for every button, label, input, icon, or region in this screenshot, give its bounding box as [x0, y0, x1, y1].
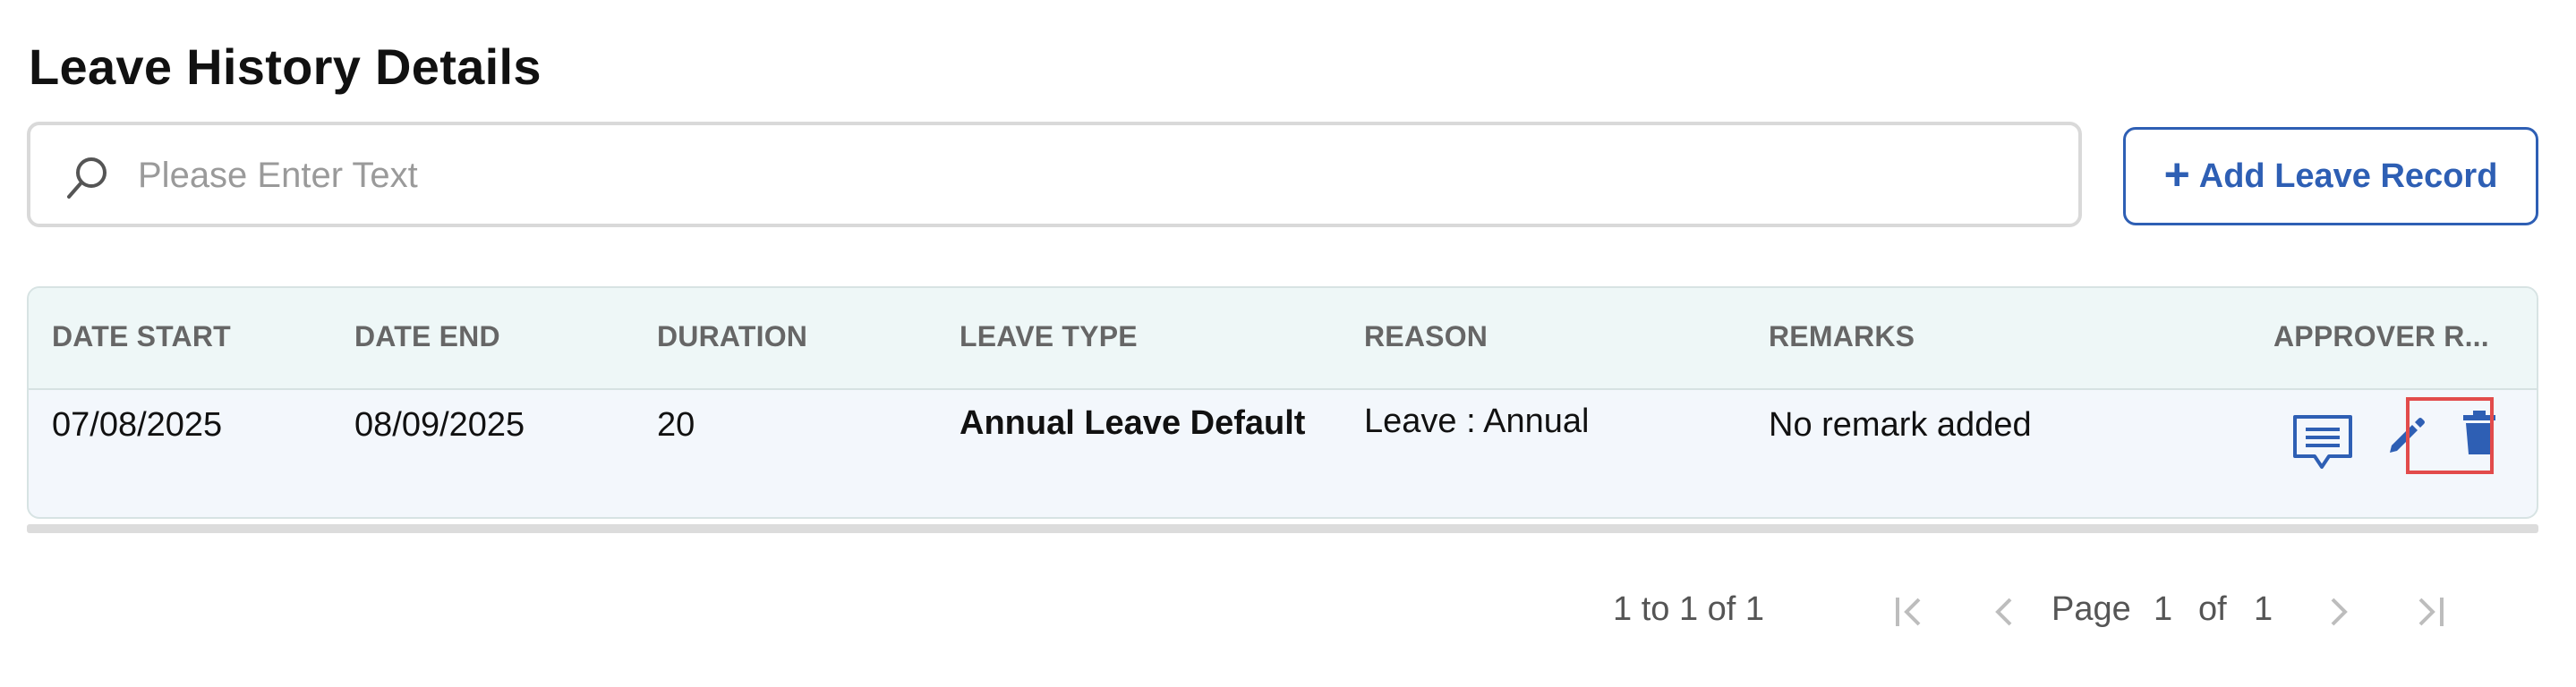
add-leave-record-label: Add Leave Record	[2198, 157, 2498, 195]
page-title: Leave History Details	[29, 38, 542, 95]
previous-page-icon[interactable]	[1985, 592, 2025, 632]
total-pages: 1	[2254, 590, 2273, 628]
search-box[interactable]	[27, 122, 2082, 227]
current-page: 1	[2154, 590, 2173, 628]
column-header-duration[interactable]: DURATION	[657, 320, 807, 353]
delete-highlight-box	[2406, 397, 2494, 474]
search-icon	[63, 152, 113, 202]
column-header-date-start[interactable]: DATE START	[52, 320, 231, 353]
cell-leave-type: Annual Leave Default	[960, 404, 1306, 442]
cell-reason: Leave : Annual	[1364, 403, 1590, 440]
pagination-range: 1 to 1 of 1	[1613, 590, 1765, 628]
add-leave-record-button[interactable]: + Add Leave Record	[2123, 127, 2538, 225]
cell-date-start: 07/08/2025	[52, 406, 223, 444]
horizontal-scrollbar[interactable]	[27, 524, 2538, 533]
table-header: DATE START DATE END DURATION LEAVE TYPE …	[29, 288, 2537, 390]
cell-remarks: No remark added	[1769, 406, 2032, 444]
column-header-reason[interactable]: REASON	[1364, 320, 1488, 353]
column-header-leave-type[interactable]: LEAVE TYPE	[960, 320, 1138, 353]
cell-duration: 20	[657, 406, 695, 444]
column-header-approver-remarks[interactable]: APPROVER R...	[2273, 320, 2489, 353]
next-page-icon[interactable]	[2318, 592, 2358, 632]
column-header-date-end[interactable]: DATE END	[354, 320, 500, 353]
leave-history-table: DATE START DATE END DURATION LEAVE TYPE …	[27, 286, 2538, 519]
search-input[interactable]	[136, 125, 2019, 225]
page-label: Page	[2051, 590, 2131, 628]
plus-icon: +	[2163, 149, 2190, 199]
cell-date-end: 08/09/2025	[354, 406, 525, 444]
first-page-icon[interactable]	[1890, 592, 1930, 632]
column-header-remarks[interactable]: REMARKS	[1769, 320, 1915, 353]
comment-icon[interactable]	[2291, 413, 2354, 477]
of-label: of	[2198, 590, 2227, 628]
last-page-icon[interactable]	[2410, 592, 2449, 632]
